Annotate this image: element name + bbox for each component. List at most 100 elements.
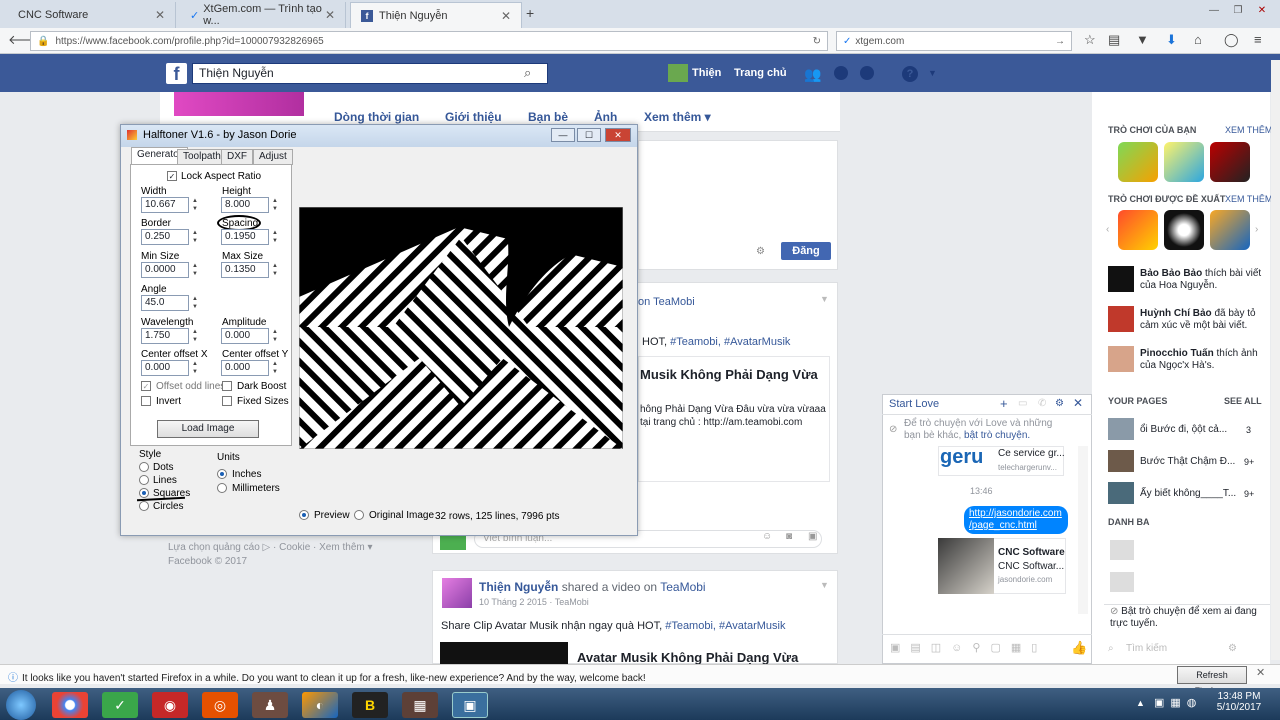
units-mm-radio[interactable]: [217, 483, 227, 493]
download-icon[interactable]: ⬇: [1166, 32, 1177, 48]
units-inches-radio[interactable]: [217, 469, 227, 479]
style-lines-radio[interactable]: [139, 475, 149, 485]
avatar[interactable]: [1110, 540, 1134, 560]
hashtag[interactable]: #AvatarMusik: [719, 620, 785, 632]
footer-links[interactable]: Lựa chọn quảng cáo ▷ · Cookie · Xem thêm…: [168, 542, 373, 553]
video-call-icon[interactable]: ▭: [1018, 398, 1027, 409]
style-dots-radio[interactable]: [139, 462, 149, 472]
menu-icon[interactable]: ≡: [1254, 32, 1262, 47]
emoji-icon[interactable]: ☺: [762, 531, 772, 542]
gear-icon[interactable]: ⚙: [1055, 398, 1064, 409]
reload-icon[interactable]: ↻: [813, 36, 821, 47]
chat-search-input[interactable]: Tìm kiếm: [1104, 642, 1264, 658]
refresh-firefox-button[interactable]: Refresh Firefox...: [1177, 666, 1247, 696]
tab-cnc-software[interactable]: CNC Software ✕: [8, 2, 176, 28]
pocket-icon[interactable]: ▼: [1136, 32, 1149, 47]
globe-icon[interactable]: [860, 66, 874, 80]
page-link[interactable]: TeaMobi: [660, 580, 705, 594]
width-input[interactable]: 10.667: [141, 197, 189, 213]
close-icon[interactable]: ✕: [155, 8, 165, 22]
minimize-icon[interactable]: —: [1204, 4, 1224, 18]
home-icon[interactable]: ⌂: [1194, 32, 1202, 47]
tab-dxf[interactable]: DXF: [221, 149, 253, 165]
game-icon[interactable]: [1210, 142, 1250, 182]
invert-checkbox[interactable]: [141, 396, 151, 406]
angle-spinner[interactable]: ▲ ▼: [191, 295, 199, 311]
chat-toolbar-icons[interactable]: ▣▤◫☺⚲▢▦▯: [890, 641, 1047, 654]
halftoner-taskbar-icon[interactable]: ▣: [452, 692, 488, 718]
post-button[interactable]: Đăng: [781, 242, 831, 260]
amplitude-spinner[interactable]: ▲ ▼: [271, 328, 279, 344]
help-icon[interactable]: ?: [902, 66, 918, 82]
page-scrollbar[interactable]: [1271, 60, 1280, 660]
app-icon[interactable]: ♟: [252, 692, 288, 718]
chevron-down-icon[interactable]: ▼: [820, 294, 829, 304]
maximize-icon[interactable]: ❐: [1228, 4, 1248, 18]
author-link[interactable]: Thiện Nguyễn: [479, 580, 558, 594]
center-offset-x-spinner[interactable]: ▲ ▼: [191, 360, 199, 376]
hashtag[interactable]: #Teamobi,: [665, 620, 716, 632]
close-window-icon[interactable]: ✕: [1252, 4, 1272, 18]
avatar[interactable]: [668, 64, 688, 82]
tray-icons[interactable]: ▣▦◍: [1154, 696, 1202, 709]
tab-toolpath[interactable]: Toolpath: [177, 149, 227, 165]
center-offset-y-spinner[interactable]: ▲ ▼: [271, 360, 279, 376]
amplitude-input[interactable]: 0.000: [221, 328, 269, 344]
tab-adjust[interactable]: Adjust: [253, 149, 293, 165]
nav-home-link[interactable]: Trang chủ: [734, 67, 787, 79]
tab-friends[interactable]: Bạn bè: [528, 110, 568, 124]
style-circles-radio[interactable]: [139, 501, 149, 511]
game-icon[interactable]: [1118, 142, 1158, 182]
tray-arrow-icon[interactable]: ▲: [1136, 698, 1145, 708]
link-title[interactable]: Avatar Musik Không Phải Dạng Vừa: [577, 650, 798, 665]
border-spinner[interactable]: ▲ ▼: [191, 229, 199, 245]
chrome-icon[interactable]: [52, 692, 88, 718]
style-squares-radio[interactable]: [139, 488, 149, 498]
phone-icon[interactable]: ✆: [1038, 398, 1046, 409]
page-avatar[interactable]: [1108, 450, 1134, 472]
link-title[interactable]: Musik Không Phải Dạng Vừa: [640, 367, 818, 382]
new-tab-icon[interactable]: +: [526, 5, 534, 21]
turn-on-chat-link[interactable]: bật trò chuyện.: [964, 430, 1030, 441]
maximize-icon[interactable]: ☐: [577, 128, 601, 142]
page-name[interactable]: Bước Thật Chậm Đ...: [1140, 456, 1235, 468]
chat-title[interactable]: Start Love: [889, 398, 939, 410]
caret-down-icon[interactable]: ▼: [928, 68, 937, 78]
center-offset-x-input[interactable]: 0.000: [141, 360, 189, 376]
page-avatar[interactable]: [1108, 418, 1134, 440]
avatar[interactable]: [442, 578, 472, 608]
tab-timeline[interactable]: Dòng thời gian: [334, 110, 419, 124]
spacing-spinner[interactable]: ▲ ▼: [271, 229, 279, 245]
max-size-spinner[interactable]: ▲ ▼: [271, 262, 279, 278]
game-icon[interactable]: [1118, 210, 1158, 250]
start-button[interactable]: [6, 690, 36, 720]
chevron-left-icon[interactable]: ‹: [1106, 224, 1109, 235]
ticker-item[interactable]: Pinocchio Tuấn thích ảnh của Ngọc'x Hà's…: [1140, 348, 1264, 372]
spacing-input[interactable]: 0.1950: [221, 229, 269, 245]
page-name[interactable]: ổi Bước đi, ộột cả...: [1140, 424, 1227, 436]
facebook-search-input[interactable]: Thiện Nguyễn: [192, 63, 548, 84]
facebook-logo[interactable]: f: [166, 63, 187, 84]
add-icon[interactable]: +: [1000, 396, 1008, 411]
chat-icon[interactable]: ◯: [1224, 32, 1239, 48]
lock-aspect-checkbox[interactable]: ✓: [167, 171, 177, 181]
app-icon[interactable]: ◎: [202, 692, 238, 718]
close-icon[interactable]: ✕: [325, 8, 335, 22]
post-date[interactable]: 10 Tháng 2 2015 · TeaMobi: [479, 597, 589, 607]
wavelength-spinner[interactable]: ▲ ▼: [191, 328, 199, 344]
game-icon[interactable]: [1210, 210, 1250, 250]
hashtag[interactable]: #AvatarMusik: [724, 336, 790, 348]
clock[interactable]: 13:48 PM 5/10/2017: [1214, 691, 1264, 713]
close-icon[interactable]: ✕: [605, 128, 631, 142]
avatar[interactable]: [1110, 572, 1134, 592]
app-icon[interactable]: ✓: [102, 692, 138, 718]
avatar[interactable]: [1108, 266, 1134, 292]
like-icon[interactable]: 👍: [1071, 640, 1087, 656]
tab-photos[interactable]: Ảnh: [594, 110, 617, 124]
tab-xtgem[interactable]: ✓ XtGem.com — Trình tạo w... ✕: [180, 2, 346, 28]
dark-boost-checkbox[interactable]: [222, 381, 232, 391]
original-image-radio[interactable]: [354, 510, 364, 520]
game-icon[interactable]: [1164, 210, 1204, 250]
tab-facebook[interactable]: f Thiện Nguyễn ✕: [350, 2, 522, 28]
avatar[interactable]: [1108, 346, 1134, 372]
